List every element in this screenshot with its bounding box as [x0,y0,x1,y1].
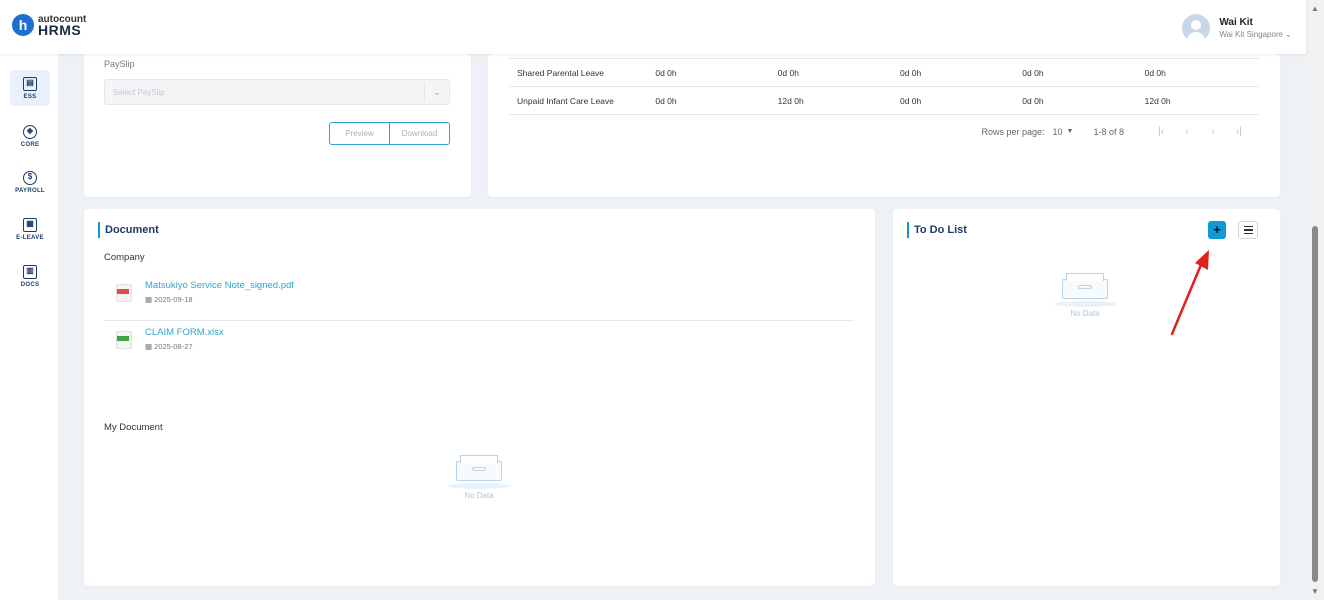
todo-title: To Do List [907,222,967,238]
file-date: ▦ 2025-08-27 [145,342,193,351]
scroll-up-icon[interactable]: ▲ [1311,4,1319,13]
table-cell: 0d 0h [1136,58,1259,87]
table-cell: 0d 0h [891,86,1015,115]
preview-button[interactable]: Preview [330,123,389,144]
empty-box-icon [448,453,510,489]
core-icon: ◈ [23,124,37,139]
payslip-select-placeholder: Select PaySlip [113,88,165,97]
app-logo[interactable]: h autocount HRMS [12,14,86,38]
payslip-select[interactable]: Select PaySlip ⌄ [104,79,450,105]
user-menu[interactable]: Wai Kit Wai Kit Singapore ⌄ [1182,14,1292,42]
nav-label-docs: DOCS [20,281,40,288]
nav-item-docs[interactable]: ▥ DOCS [10,258,50,294]
prev-page-icon[interactable]: ‹ [1174,126,1200,137]
nav-label-core: CORE [20,141,40,148]
empty-state: No Data [1054,271,1116,318]
pagination: Rows per page: 10 ▼ 1-8 of 8 |‹ ‹ › ›| [981,126,1252,137]
list-view-icon[interactable] [1238,221,1258,239]
leave-type: Shared Parental Leave [509,58,648,87]
file-date: ▦ 2025-09-18 [145,295,193,304]
no-data-text: No Data [1070,309,1100,318]
table-cell: 0d 0h [647,86,770,115]
avatar[interactable] [1182,14,1211,42]
ess-icon: ▤ [23,76,37,91]
nav-item-payroll[interactable]: $ PAYROLL [10,164,50,200]
first-page-icon[interactable]: |‹ [1148,126,1174,137]
leave-table: Shared Parental Leave 0d 0h 0d 0h 0d 0h … [509,58,1259,115]
caret-down-icon[interactable]: ▼ [1067,128,1074,135]
table-row: Shared Parental Leave 0d 0h 0d 0h 0d 0h … [509,58,1259,87]
company-label: Company [104,252,145,263]
file-item-xlsx[interactable]: CLAIM FORM.xlsx ▦ 2025-08-27 [116,327,224,351]
table-cell: 0d 0h [769,58,892,87]
user-name: Wai Kit [1219,17,1253,28]
payslip-label: PaySlip [104,59,135,69]
file-item-pdf[interactable]: Matsukiyo Service Note_signed.pdf ▦ 2025… [116,280,294,304]
document-card: Document Company Matsukiyo Service Note_… [84,209,875,586]
table-cell: 0d 0h [647,58,770,87]
nav-label-payroll: PAYROLL [15,187,45,194]
docs-icon: ▥ [23,264,37,279]
excel-file-icon [116,331,132,349]
nav-item-ess[interactable]: ▤ ESS [10,70,50,106]
logo-icon: h [12,14,34,36]
todo-card: To Do List + No Data [893,209,1280,586]
payslip-card: PaySlip Select PaySlip ⌄ Preview Downloa… [84,54,471,197]
my-document-label: My Document [104,422,163,433]
table-row: Unpaid Infant Care Leave 0d 0h 12d 0h 0d… [509,86,1259,115]
calendar-icon: ▦ [23,217,37,232]
rows-per-page-label: Rows per page: [981,126,1045,137]
download-button[interactable]: Download [389,123,449,144]
document-title: Document [98,222,159,238]
table-cell: 0d 0h [891,58,1015,87]
table-cell: 12d 0h [1136,86,1259,115]
last-page-icon[interactable]: ›| [1226,126,1252,137]
file-name[interactable]: Matsukiyo Service Note_signed.pdf [145,280,294,291]
side-nav: ▤ ESS ◈ CORE $ PAYROLL ▦ E-LEAVE ▥ DOCS [0,54,58,600]
file-date-value: 2025-08-27 [154,342,193,351]
nav-item-e-leave[interactable]: ▦ E-LEAVE [10,211,50,247]
top-bar: h autocount HRMS Wai Kit Wai Kit Singapo… [0,0,1306,54]
leave-balance-card: Shared Parental Leave 0d 0h 0d 0h 0d 0h … [488,54,1280,197]
company-selector[interactable]: Wai Kit Singapore ⌄ [1219,30,1292,39]
payslip-actions: Preview Download [329,122,450,145]
leave-type: Unpaid Infant Care Leave [509,86,648,115]
nav-label-ess: ESS [23,93,37,100]
nav-label-e-leave: E-LEAVE [16,234,44,241]
pdf-file-icon [116,284,132,302]
table-cell: 0d 0h [1014,58,1137,87]
chevron-down-icon[interactable]: ⌄ [424,83,449,101]
empty-state: No Data [448,453,510,500]
rows-per-page-select[interactable]: 10 [1053,127,1063,137]
page-scrollbar[interactable]: ▲ ▼ [1306,0,1324,600]
table-cell: 0d 0h [1014,86,1137,115]
file-name[interactable]: CLAIM FORM.xlsx [145,327,224,338]
payroll-icon: $ [23,170,37,185]
no-data-text: No Data [464,491,494,500]
empty-box-icon [1054,271,1116,307]
next-page-icon[interactable]: › [1200,126,1226,137]
scrollbar-thumb[interactable] [1312,226,1318,582]
add-todo-button[interactable]: + [1208,221,1226,239]
annotation-arrow-icon [1170,250,1209,336]
scroll-down-icon[interactable]: ▼ [1311,587,1319,596]
page-range: 1-8 of 8 [1093,126,1124,137]
divider [104,320,854,321]
table-cell: 12d 0h [769,86,892,115]
logo-product-text: HRMS [38,22,82,38]
file-date-value: 2025-09-18 [154,295,193,304]
nav-item-core[interactable]: ◈ CORE [10,118,50,154]
